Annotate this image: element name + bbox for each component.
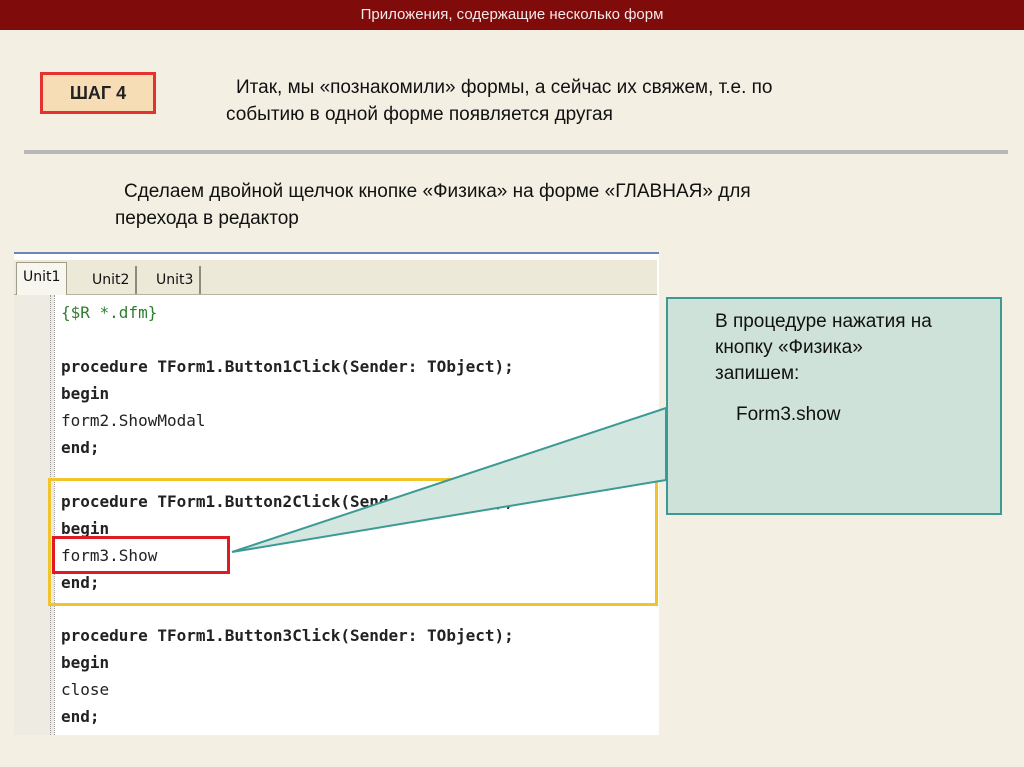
code-line[interactable]: begin <box>61 382 109 406</box>
instruction-text: Сделаем двойной щелчок кнопке «Физика» н… <box>115 178 915 232</box>
editor-tab-strip: Unit1 Unit2 Unit3 <box>14 260 657 295</box>
statement-highlight-box <box>52 536 230 574</box>
intro-line-1: Итак, мы «познакомили» формы, а сейчас и… <box>236 77 773 98</box>
step-label: ШАГ 4 <box>69 82 127 103</box>
code-line[interactable]: {$R *.dfm} <box>61 301 157 325</box>
code-line[interactable]: procedure TForm1.Button1Click(Sender: TO… <box>61 355 514 379</box>
code-line[interactable]: form2.ShowModal <box>61 409 206 433</box>
code-line[interactable]: end; <box>61 436 100 460</box>
section-divider <box>24 150 1008 154</box>
callout-code: Form3.show <box>736 404 841 425</box>
slide-header: Приложения, содержащие несколько форм <box>0 0 1024 30</box>
callout-text: В процедуре нажатия на кнопку «Физика» з… <box>715 309 995 387</box>
code-line[interactable]: end; <box>61 705 100 729</box>
callout-line-3: запишем: <box>715 363 800 384</box>
instruction-line-1: Сделаем двойной щелчок кнопке «Физика» н… <box>124 181 751 202</box>
instruction-line-2: перехода в редактор <box>115 208 299 229</box>
tab-label: Unit3 <box>156 272 194 288</box>
tab-label: Unit2 <box>92 272 130 288</box>
callout-line-2: кнопку «Физика» <box>715 337 863 358</box>
step-badge: ШАГ 4 <box>40 72 156 114</box>
tab-unit2[interactable]: Unit2 <box>86 266 138 294</box>
tab-unit3[interactable]: Unit3 <box>150 266 202 294</box>
tab-unit1[interactable]: Unit1 <box>16 262 68 295</box>
code-line[interactable]: close <box>61 678 109 702</box>
callout-line-1: В процедуре нажатия на <box>715 311 932 332</box>
code-line[interactable]: procedure TForm1.Button3Click(Sender: TO… <box>61 624 514 648</box>
intro-text: Итак, мы «познакомили» формы, а сейчас и… <box>226 74 946 128</box>
callout-box: В процедуре нажатия на кнопку «Физика» з… <box>666 297 1002 515</box>
code-line[interactable]: begin <box>61 651 109 675</box>
slide-title: Приложения, содержащие несколько форм <box>360 6 664 23</box>
intro-line-2: событию в одной форме появляется другая <box>226 104 613 125</box>
tab-label: Unit1 <box>23 269 61 285</box>
